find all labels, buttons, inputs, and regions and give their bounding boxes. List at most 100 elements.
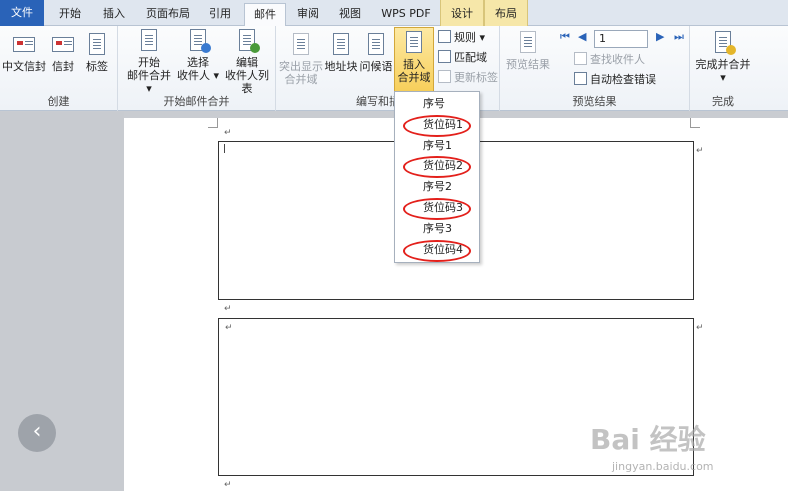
highlight-line2: 合并域 bbox=[284, 73, 318, 86]
merge-field-item[interactable]: 货位码3 bbox=[395, 198, 479, 220]
chinese-envelope-label: 中文信封 bbox=[2, 60, 46, 73]
start-merge-line1: 开始 bbox=[138, 56, 160, 69]
tab-mailings[interactable]: 邮件 bbox=[244, 3, 286, 27]
next-record-button[interactable]: ▶ bbox=[656, 30, 664, 43]
cell-end-mark: ↵ bbox=[696, 323, 704, 333]
match-fields-button[interactable]: 匹配域 bbox=[438, 50, 487, 66]
highlight-merge-fields-icon bbox=[288, 32, 314, 58]
update-labels-label: 更新标签 bbox=[454, 71, 498, 84]
merge-field-item[interactable]: 序号3 bbox=[395, 219, 479, 239]
finish-merge-arrow: ▾ bbox=[720, 71, 726, 84]
select-recipients-button[interactable]: 选择 收件人 ▾ bbox=[174, 28, 222, 82]
highlight-ring bbox=[403, 198, 471, 220]
envelope-icon bbox=[50, 32, 76, 58]
finish-merge-icon bbox=[710, 30, 736, 56]
cell-paragraph-mark: ↵ bbox=[225, 323, 233, 333]
merge-field-item[interactable]: 序号2 bbox=[395, 177, 479, 197]
ribbon-tab-bar: 文件 开始 插入 页面布局 引用 邮件 审阅 视图 WPS PDF 设计 布局 bbox=[0, 0, 788, 27]
merge-field-item[interactable]: 序号 bbox=[395, 94, 479, 114]
find-recipient-button[interactable]: 查找收件人 bbox=[574, 52, 645, 68]
last-record-button[interactable]: ⏭ bbox=[674, 30, 684, 44]
margin-corner-tr bbox=[690, 118, 700, 128]
tab-layout[interactable]: 布局 bbox=[484, 0, 528, 26]
tab-home[interactable]: 开始 bbox=[52, 3, 88, 26]
auto-check-errors-icon bbox=[574, 72, 587, 85]
update-labels-icon bbox=[438, 70, 451, 83]
edit-list-line1: 编辑 bbox=[236, 56, 258, 69]
greeting-line-icon bbox=[363, 32, 389, 58]
group-start-mail-merge: 开始 邮件合并 ▾ 选择 收件人 ▾ 编辑 收件人列表 开始邮件合并 bbox=[118, 26, 276, 111]
select-recipients-line2: 收件人 ▾ bbox=[176, 69, 220, 82]
group-create: 中文信封 信封 标签 创建 bbox=[0, 26, 118, 111]
insert-merge-field-icon bbox=[401, 30, 427, 56]
tab-view[interactable]: 视图 bbox=[332, 3, 368, 26]
match-fields-icon bbox=[438, 50, 451, 63]
address-block-button[interactable]: 地址块 bbox=[324, 32, 358, 73]
edit-recipient-list-icon bbox=[234, 28, 260, 54]
rules-button[interactable]: 规则 ▾ bbox=[438, 30, 485, 46]
address-block-label: 地址块 bbox=[324, 60, 358, 73]
group-create-label: 创建 bbox=[47, 95, 70, 108]
tab-page-layout[interactable]: 页面布局 bbox=[140, 3, 196, 26]
labels-label: 标签 bbox=[86, 60, 108, 73]
text-cursor: | bbox=[223, 144, 227, 154]
back-button[interactable]: ‹ bbox=[18, 414, 56, 452]
preview-results-icon bbox=[515, 30, 541, 56]
group-finish-label: 完成 bbox=[712, 95, 734, 108]
tab-design[interactable]: 设计 bbox=[440, 0, 484, 26]
group-start-merge-label: 开始邮件合并 bbox=[163, 95, 230, 108]
first-record-button[interactable]: ⏮ bbox=[560, 30, 570, 44]
insert-merge-field-button[interactable]: 插入 合并域 bbox=[394, 27, 434, 93]
preview-results-button[interactable]: 预览结果 bbox=[502, 30, 554, 71]
labels-icon bbox=[84, 32, 110, 58]
envelope-button[interactable]: 信封 bbox=[48, 32, 78, 73]
highlight-ring bbox=[403, 115, 471, 137]
chinese-envelope-icon bbox=[11, 32, 37, 58]
merge-field-item[interactable]: 序号1 bbox=[395, 136, 479, 156]
previous-record-button[interactable]: ◀ bbox=[578, 30, 586, 43]
finish-merge-button[interactable]: 完成并合并 ▾ bbox=[692, 30, 754, 84]
highlight-line1: 突出显示 bbox=[279, 60, 323, 73]
labels-button[interactable]: 标签 bbox=[82, 32, 112, 73]
select-recipients-icon bbox=[185, 28, 211, 54]
find-recipient-label: 查找收件人 bbox=[590, 53, 645, 66]
paragraph-mark: ↵ bbox=[224, 128, 232, 138]
select-recipients-line1: 选择 bbox=[187, 56, 209, 69]
chinese-envelope-button[interactable]: 中文信封 bbox=[2, 32, 46, 73]
edit-recipient-list-button[interactable]: 编辑 收件人列表 bbox=[220, 28, 274, 95]
merge-field-item[interactable]: 货位码4 bbox=[395, 240, 479, 262]
merge-field-dropdown: 序号 货位码1 序号1 货位码2 序号2 货位码3 序号3 货位码4 bbox=[394, 91, 480, 263]
envelope-label: 信封 bbox=[52, 60, 74, 73]
greeting-line-label: 问候语 bbox=[359, 60, 393, 73]
highlight-ring bbox=[403, 156, 471, 178]
greeting-line-button[interactable]: 问候语 bbox=[358, 32, 394, 73]
group-finish: 完成并合并 ▾ 完成 bbox=[690, 26, 756, 111]
tab-references[interactable]: 引用 bbox=[202, 3, 238, 26]
cell-end-mark: ↵ bbox=[696, 146, 704, 156]
match-fields-label: 匹配域 bbox=[454, 51, 487, 64]
rules-label: 规则 ▾ bbox=[454, 31, 486, 44]
baidu-watermark-url: jingyan.baidu.com bbox=[612, 460, 714, 473]
preview-results-label: 预览结果 bbox=[506, 58, 550, 71]
paragraph-mark: ↵ bbox=[224, 480, 232, 490]
insert-merge-field-line1: 插入 bbox=[403, 58, 425, 71]
record-number-input[interactable]: 1 bbox=[594, 30, 648, 48]
auto-check-errors-button[interactable]: 自动检查错误 bbox=[574, 72, 656, 88]
edit-list-line2: 收件人列表 bbox=[225, 69, 269, 95]
finish-merge-label: 完成并合并 bbox=[695, 58, 751, 71]
address-block-icon bbox=[328, 32, 354, 58]
merge-field-item[interactable]: 货位码2 bbox=[395, 156, 479, 178]
update-labels-button[interactable]: 更新标签 bbox=[438, 70, 498, 86]
merge-field-item[interactable]: 货位码1 bbox=[395, 115, 479, 137]
margin-corner-tl bbox=[208, 118, 218, 128]
auto-check-errors-label: 自动检查错误 bbox=[590, 73, 656, 86]
insert-merge-field-line2: 合并域 bbox=[397, 71, 431, 84]
tab-insert[interactable]: 插入 bbox=[96, 3, 132, 26]
tab-file[interactable]: 文件 bbox=[0, 0, 44, 26]
start-mail-merge-button[interactable]: 开始 邮件合并 ▾ bbox=[124, 28, 174, 95]
tab-wps-pdf[interactable]: WPS PDF bbox=[376, 3, 436, 26]
paragraph-mark: ↵ bbox=[224, 304, 232, 314]
highlight-merge-fields-button[interactable]: 突出显示 合并域 bbox=[278, 32, 324, 86]
highlight-ring bbox=[403, 240, 471, 262]
tab-review[interactable]: 审阅 bbox=[290, 3, 326, 26]
